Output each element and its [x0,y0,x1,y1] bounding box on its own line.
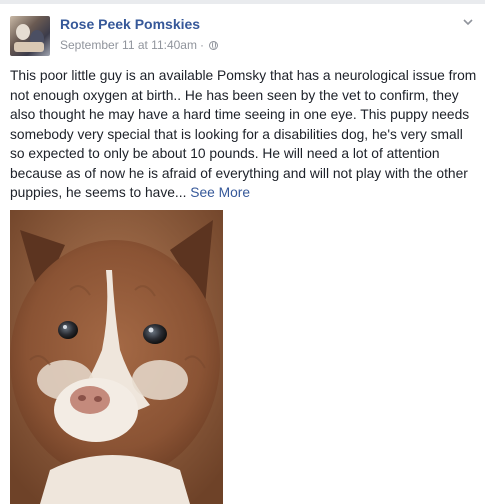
page-name-link[interactable]: Rose Peek Pomskies [60,16,200,32]
globe-icon[interactable] [208,41,218,50]
avatar-detail [16,24,30,40]
puppy-photo-graphic [10,210,223,504]
top-divider [0,0,485,4]
see-more-link[interactable]: See More [190,185,250,200]
post-meta: September 11 at 11:40am · [60,38,218,52]
post-photo[interactable] [10,210,223,504]
post-timestamp[interactable]: September 11 at 11:40am [60,38,197,52]
post-body: This poor little guy is an available Pom… [10,66,480,203]
avatar[interactable] [10,16,50,56]
meta-separator: · [199,38,204,52]
chevron-down-icon-graphic [463,19,473,26]
avatar-detail [14,42,44,52]
post-text: This poor little guy is an available Pom… [10,68,477,200]
post-header: Rose Peek Pomskies September 11 at 11:40… [10,14,480,58]
chevron-down-icon[interactable] [462,16,474,28]
